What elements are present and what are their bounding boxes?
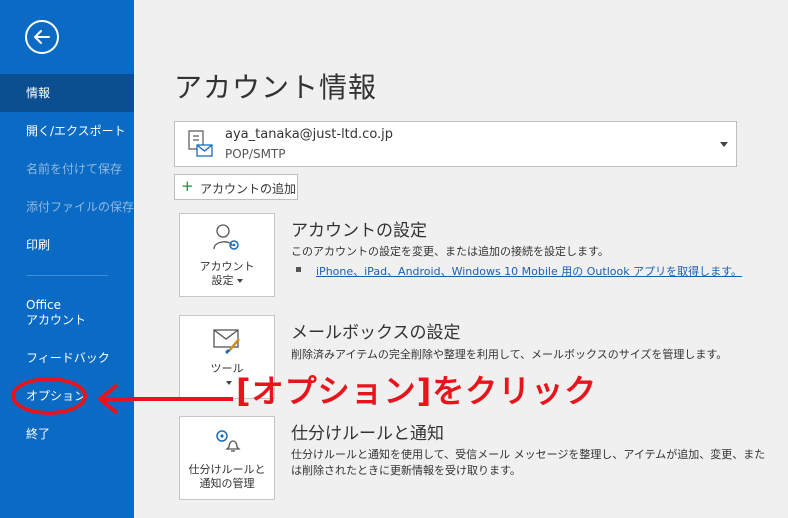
- back-button[interactable]: [25, 20, 59, 54]
- section-title-rules-alerts: 仕分けルールと通知: [291, 424, 444, 444]
- chevron-down-icon: [236, 279, 243, 283]
- account-settings-icon: [213, 224, 239, 250]
- account-selector[interactable]: aya_tanaka@just-ltd.co.jp POP/SMTP: [174, 121, 737, 167]
- sidebar-divider: [26, 275, 108, 276]
- section-title-account-settings: アカウントの設定: [291, 221, 427, 241]
- annotation-highlight-ellipse: [11, 377, 87, 415]
- tile-label: 仕分けルールと: [188, 463, 266, 476]
- sidebar-item-print[interactable]: 印刷: [0, 238, 134, 253]
- mailbox-icon: [188, 130, 213, 157]
- annotation-text: [オプション]をクリック: [236, 372, 598, 410]
- sidebar-item-feedback[interactable]: フィードバック: [0, 351, 134, 366]
- add-account-button[interactable]: + アカウントの追加: [174, 174, 298, 200]
- sidebar-item-office-account[interactable]: Office アカウント: [0, 298, 134, 328]
- section-desc-rules-alerts: 仕分けルールと通知を使用して、受信メール メッセージを整理し、アイテムが追加、変…: [291, 448, 766, 461]
- sidebar-item-save-attachments: 添付ファイルの保存: [0, 200, 134, 215]
- sidebar-item-label: アカウント: [26, 313, 87, 327]
- manage-rules-alerts-button[interactable]: 仕分けルールと 通知の管理: [179, 416, 275, 500]
- section-desc-account-settings: このアカウントの設定を変更、または追加の接続を設定します。: [291, 245, 609, 258]
- account-type: POP/SMTP: [225, 147, 286, 161]
- annotation-arrow-icon: [96, 383, 233, 415]
- sidebar-item-label: 印刷: [26, 238, 51, 252]
- sidebar-item-label: 開く/エクスポート: [26, 124, 126, 138]
- tools-icon: [213, 329, 240, 355]
- sidebar-item-label: 添付ファイルの保存: [26, 200, 135, 214]
- sidebar-item-label: 終了: [26, 427, 51, 441]
- tile-label: 設定: [211, 274, 234, 287]
- plus-icon: +: [181, 177, 194, 195]
- sidebar-item-label: 情報: [26, 86, 51, 100]
- sidebar-item-label: 名前を付けて保存: [26, 162, 123, 176]
- account-settings-button[interactable]: アカウント 設定: [179, 213, 275, 297]
- outlook-app-link[interactable]: iPhone、iPad、Android、Windows 10 Mobile 用の…: [316, 263, 742, 279]
- back-arrow-icon: [34, 30, 50, 44]
- section-title-mailbox-settings: メールボックスの設定: [291, 323, 461, 343]
- bullet: [296, 267, 301, 272]
- backstage-sidebar: 情報 開く/エクスポート 名前を付けて保存 添付ファイルの保存 印刷 Offic…: [0, 0, 134, 518]
- rules-alert-icon: [216, 430, 241, 452]
- tile-label-line2: 設定: [180, 274, 274, 288]
- sidebar-item-label: フィードバック: [26, 351, 110, 365]
- tile-label: 通知の管理: [199, 477, 255, 490]
- sidebar-item-exit[interactable]: 終了: [0, 427, 134, 442]
- section-desc-mailbox-settings: 削除済みアイテムの完全削除や整理を利用して、メールボックスのサイズを管理します。: [291, 348, 728, 361]
- account-email: aya_tanaka@just-ltd.co.jp: [225, 127, 394, 142]
- sidebar-item-open-export[interactable]: 開く/エクスポート: [0, 124, 134, 139]
- section-desc-rules-alerts-line2: は削除されたときに更新情報を受け取ります。: [291, 464, 521, 477]
- sidebar-item-label: Office: [26, 298, 62, 312]
- add-account-label: アカウントの追加: [200, 182, 297, 196]
- main-content: アカウント情報 aya_tanaka@just-ltd.co.jp POP/SM…: [134, 0, 788, 518]
- sidebar-item-save-as: 名前を付けて保存: [0, 162, 134, 177]
- sidebar-item-info[interactable]: 情報: [0, 74, 134, 112]
- chevron-down-icon: [720, 142, 728, 147]
- page-title: アカウント情報: [174, 71, 378, 104]
- tile-label: アカウント: [199, 260, 255, 273]
